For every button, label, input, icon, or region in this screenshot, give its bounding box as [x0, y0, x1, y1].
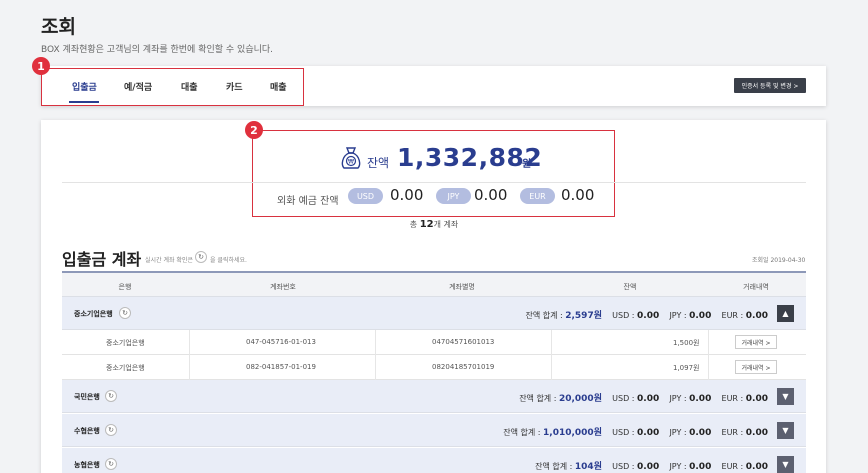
expand-button[interactable]: ▼: [777, 388, 794, 405]
bank-group-row: 수협은행 ↻ 잔액 합계 : 1,010,000원 USD : 0.00 JPY…: [62, 414, 806, 447]
page-subtitle: BOX 계좌현황은 고객님의 계좌를 한번에 확인할 수 있습니다.: [41, 45, 274, 55]
account-number: 047-045716-01-013: [246, 338, 316, 346]
refresh-icon[interactable]: ↻: [119, 307, 131, 319]
account-number: 082-041857-01-019: [246, 363, 316, 371]
balance-unit: 원: [522, 159, 532, 170]
eur-badge: EUR: [520, 188, 555, 204]
account-count: 총 12개 계좌: [409, 219, 459, 230]
bank-balance-summary: 잔액 합계 : 104원 USD : 0.00 JPY : 0.00 EUR :…: [535, 462, 768, 472]
column-header-account-number: 계좌번호: [270, 283, 296, 291]
tab-savings[interactable]: 예/적금: [124, 80, 152, 93]
tab-sales[interactable]: 매출: [270, 80, 287, 93]
account-bank: 중소기업은행: [106, 364, 145, 372]
refresh-icon[interactable]: ↻: [105, 390, 117, 402]
expand-button[interactable]: ▼: [777, 422, 794, 439]
jpy-balance: 0.00: [474, 186, 508, 204]
bank-group-row: 중소기업은행 ↻ 잔액 합계 : 2,597원 USD : 0.00 JPY :…: [62, 297, 806, 330]
tab-loan[interactable]: 대출: [181, 80, 198, 93]
bank-sum: 20,000원: [558, 394, 602, 404]
expand-button[interactable]: ▼: [777, 456, 794, 473]
bank-name: 중소기업은행: [74, 310, 113, 318]
bank-group-row: 농협은행 ↻ 잔액 합계 : 104원 USD : 0.00 JPY : 0.0…: [62, 448, 806, 473]
eur-balance: 0.00: [561, 186, 595, 204]
account-balance: 1,097원: [673, 364, 700, 372]
history-button[interactable]: 거래내역 >: [735, 335, 777, 349]
tab-card[interactable]: 카드: [226, 80, 243, 93]
bank-name: 농협은행: [74, 461, 100, 469]
column-header-balance: 잔액: [623, 283, 637, 291]
account-balance: 1,500원: [673, 339, 700, 347]
active-tab-indicator: [69, 101, 99, 103]
bank-balance-summary: 잔액 합계 : 1,010,000원 USD : 0.00 JPY : 0.00…: [503, 428, 768, 438]
account-bank: 중소기업은행: [106, 339, 145, 347]
money-bag-icon: ₩: [341, 147, 361, 169]
history-button[interactable]: 거래내역 >: [735, 360, 777, 374]
bank-group-row: 국민은행 ↻ 잔액 합계 : 20,000원 USD : 0.00 JPY : …: [62, 380, 806, 413]
section-title: 입출금 계좌: [62, 250, 142, 269]
certificate-button[interactable]: 인증서 등록 및 변경 >: [734, 78, 806, 93]
bank-sum: 1,010,000원: [543, 428, 602, 438]
bank-balance-summary: 잔액 합계 : 2,597원 USD : 0.00 JPY : 0.00 EUR…: [525, 311, 768, 321]
total-balance: 1,332,882: [397, 143, 543, 172]
bank-balance-summary: 잔액 합계 : 20,000원 USD : 0.00 JPY : 0.00 EU…: [519, 394, 768, 404]
balance-label: 잔액: [367, 156, 390, 170]
table-row: 중소기업은행 047-045716-01-013 04704571601013 …: [62, 330, 806, 355]
table-header: 은행 계좌번호 계좌별명 잔액 거래내역: [62, 271, 806, 297]
table-row: 중소기업은행 082-041857-01-019 08204185701019 …: [62, 355, 806, 380]
page-title: 조회: [41, 16, 76, 38]
fx-balance-label: 외화 예금 잔액: [277, 196, 339, 207]
bank-name: 국민은행: [74, 393, 100, 401]
account-alias: 08204185701019: [432, 363, 495, 371]
svg-text:₩: ₩: [348, 159, 354, 166]
account-count-value: 12: [419, 219, 434, 230]
refresh-icon: ↻: [195, 251, 207, 263]
realtime-hint: 실시간 계좌 확인은 ↻ 을 클릭하세요.: [145, 251, 247, 264]
column-header-history: 거래내역: [743, 283, 769, 291]
annotation-badge-1: 1: [32, 57, 50, 75]
account-alias: 04704571601013: [432, 338, 495, 346]
column-header-alias: 계좌별명: [449, 283, 475, 291]
collapse-button[interactable]: ▲: [777, 305, 794, 322]
bank-sum: 2,597원: [565, 311, 602, 321]
usd-badge: USD: [348, 188, 383, 204]
annotation-badge-2: 2: [245, 121, 263, 139]
usd-balance: 0.00: [390, 186, 424, 204]
refresh-icon[interactable]: ↻: [105, 458, 117, 470]
column-header-bank: 은행: [118, 283, 132, 291]
jpy-badge: JPY: [436, 188, 471, 204]
refresh-icon[interactable]: ↻: [105, 424, 117, 436]
bank-sum: 104원: [574, 462, 602, 472]
divider: [62, 182, 806, 183]
inquiry-date: 조회일 2019-04-30: [752, 257, 806, 264]
bank-name: 수협은행: [74, 427, 100, 435]
tab-deposit-withdrawal[interactable]: 입출금: [72, 80, 97, 93]
